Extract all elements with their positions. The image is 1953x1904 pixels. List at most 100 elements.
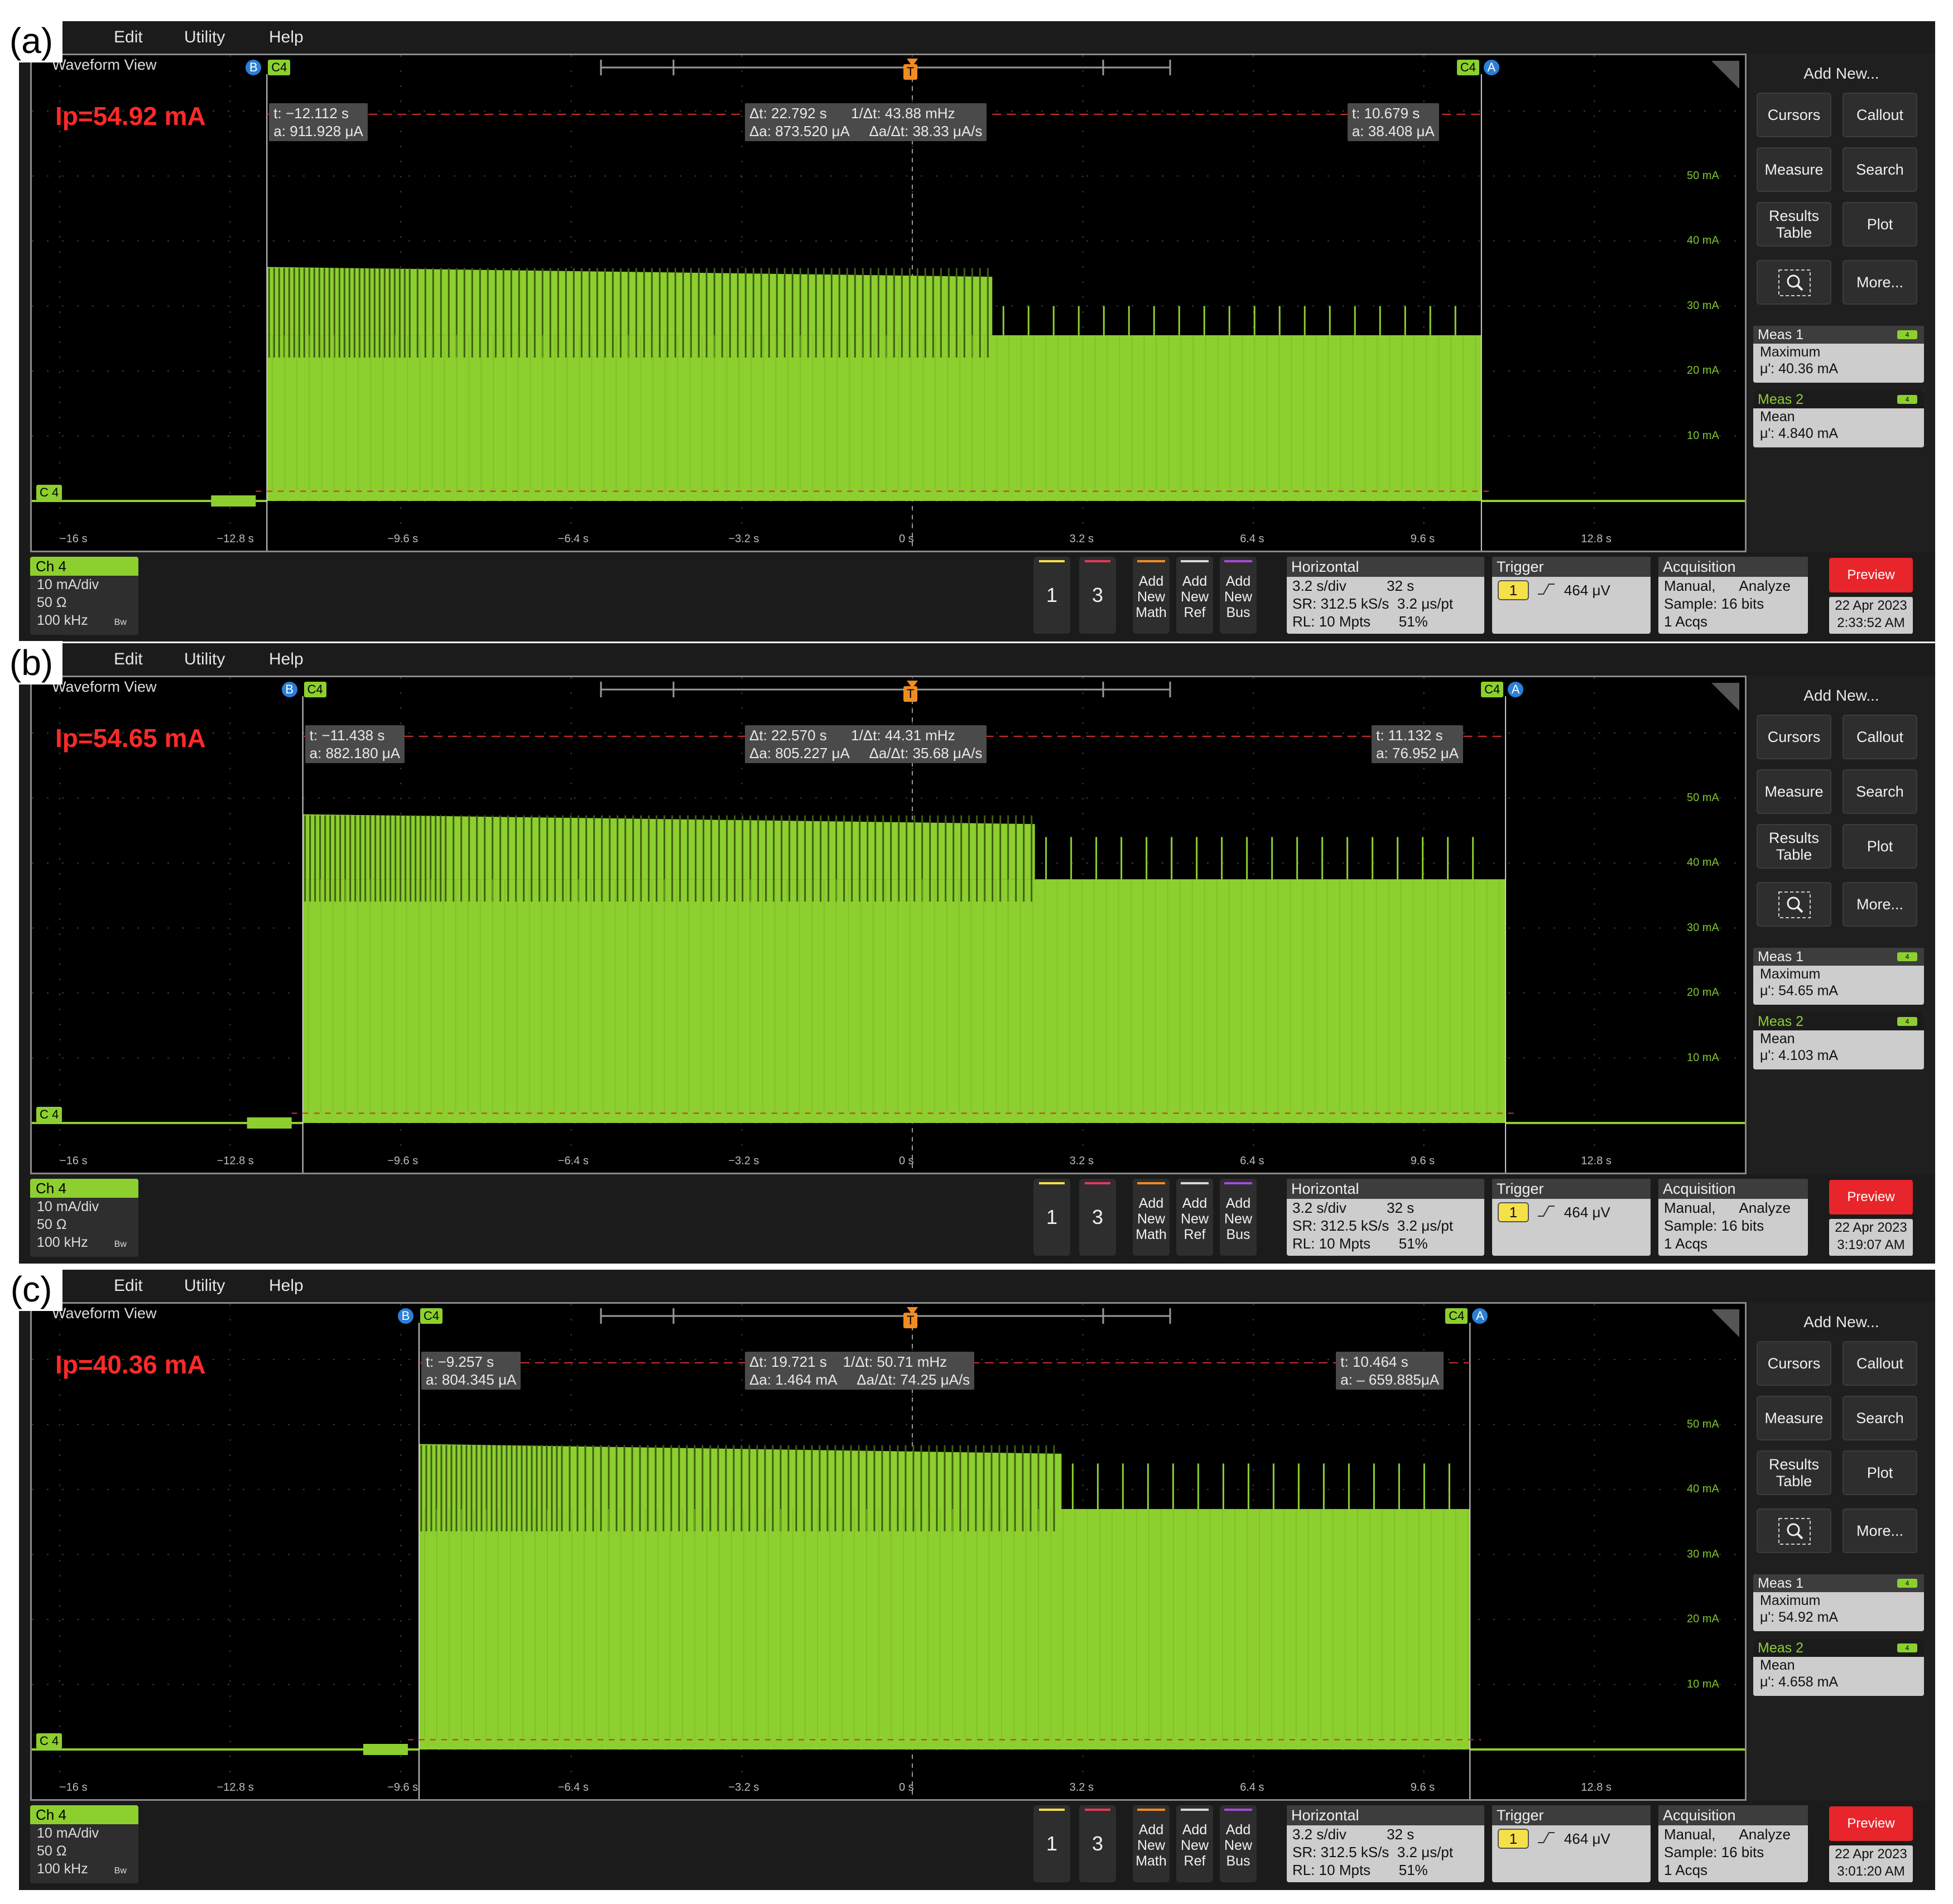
results-table-button[interactable]: Results Table	[1757, 202, 1831, 247]
waveform-view[interactable]: Waveform View Ip=54.65 mA t: −11.438 s a…	[30, 676, 1747, 1174]
zoom-search-button[interactable]	[1757, 1508, 1831, 1553]
add-new-ref-button[interactable]: Add New Ref	[1176, 557, 1213, 634]
channel-1-button[interactable]: 1	[1033, 1179, 1070, 1256]
search-button[interactable]: Search	[1843, 769, 1917, 814]
cursor-a-channel-tag: C4	[1456, 60, 1479, 75]
channel-4-badge[interactable]: Ch 4 10 mA/div 50 Ω 100 kHz Bᴡ	[30, 557, 138, 635]
meas2-badge[interactable]: Meas 2 4 Mean μ': 4.103 mA	[1753, 1013, 1924, 1069]
bandwidth-limit: 100 kHz Bᴡ	[30, 1233, 138, 1254]
menu-utility[interactable]: Utility	[184, 1270, 225, 1302]
cursors-button[interactable]: Cursors	[1757, 93, 1831, 137]
cursor-b-marker[interactable]: B	[397, 1308, 413, 1324]
meas1-badge[interactable]: Meas 1 4 Maximum μ': 54.65 mA	[1753, 948, 1924, 1005]
preview-button[interactable]: Preview	[1829, 1180, 1913, 1214]
channel-4-ground-marker[interactable]: C 4	[36, 1733, 62, 1749]
zoom-search-button[interactable]	[1757, 882, 1831, 927]
add-new-math-button[interactable]: Add New Math	[1133, 557, 1170, 634]
zoom-search-button[interactable]	[1757, 260, 1831, 305]
results-table-button[interactable]: Results Table	[1757, 1450, 1831, 1495]
meas2-label: Meas 2	[1758, 392, 1803, 407]
more-button[interactable]: More...	[1843, 260, 1917, 305]
add-label: Add	[1225, 1196, 1251, 1211]
plot-button[interactable]: Plot	[1843, 824, 1917, 869]
cursor-b-marker[interactable]: B	[281, 682, 297, 697]
meas2-badge[interactable]: Meas 2 4 Mean μ': 4.840 mA	[1753, 391, 1924, 447]
trigger-marker[interactable]: T	[903, 686, 918, 702]
channel-4-badge[interactable]: Ch 4 10 mA/div 50 Ω 100 kHz Bᴡ	[30, 1805, 138, 1883]
search-button[interactable]: Search	[1843, 1396, 1917, 1440]
add-new-bus-button[interactable]: Add New Bus	[1220, 1179, 1257, 1256]
y-tick-label: 40 mA	[1687, 856, 1719, 869]
date: 22 Apr 2023	[1835, 1847, 1907, 1862]
sample-rate: SR: 312.5 kS/s 3.2 μs/pt	[1292, 595, 1454, 612]
menu-edit[interactable]: Edit	[114, 643, 143, 676]
horizontal-badge[interactable]: Horizontal 3.2 s/div 32 s SR: 312.5 kS/s…	[1287, 1179, 1484, 1256]
channel-4-badge[interactable]: Ch 4 10 mA/div 50 Ω 100 kHz Bᴡ	[30, 1179, 138, 1257]
plot-button[interactable]: Plot	[1843, 1450, 1917, 1495]
input-impedance: 50 Ω	[37, 1217, 67, 1232]
measure-button[interactable]: Measure	[1757, 147, 1831, 192]
more-button[interactable]: More...	[1843, 1508, 1917, 1553]
callout-button[interactable]: Callout	[1843, 1341, 1917, 1386]
acquisition-badge[interactable]: Acquisition Manual, Analyze Sample: 16 b…	[1658, 557, 1808, 634]
trigger-badge[interactable]: Trigger 1 464 μV	[1492, 1805, 1651, 1882]
add-new-bus-button[interactable]: Add New Bus	[1220, 557, 1257, 634]
horizontal-badge[interactable]: Horizontal 3.2 s/div 32 s SR: 312.5 kS/s…	[1287, 557, 1484, 634]
search-button[interactable]: Search	[1843, 147, 1917, 192]
channel-3-button[interactable]: 3	[1079, 1179, 1116, 1256]
meas1-badge[interactable]: Meas 1 4 Maximum μ': 54.92 mA	[1753, 1574, 1924, 1631]
trigger-badge[interactable]: Trigger 1 464 μV	[1492, 1179, 1651, 1256]
add-new-math-button[interactable]: Add New Math	[1133, 1179, 1170, 1256]
menu-help[interactable]: Help	[269, 21, 304, 54]
bandwidth-tag: Bᴡ	[114, 1866, 127, 1876]
cursor-a-marker[interactable]: A	[1508, 682, 1524, 697]
channel-3-button[interactable]: 3	[1079, 1805, 1116, 1882]
menu-utility[interactable]: Utility	[184, 21, 225, 54]
cursors-button[interactable]: Cursors	[1757, 1341, 1831, 1386]
meas2-badge[interactable]: Meas 2 4 Mean μ': 4.658 mA	[1753, 1639, 1924, 1696]
waveform-view[interactable]: Waveform View Ip=40.36 mA t: −9.257 s a:…	[30, 1302, 1747, 1801]
channel-1-button[interactable]: 1	[1033, 557, 1070, 634]
callout-button[interactable]: Callout	[1843, 93, 1917, 137]
more-button[interactable]: More...	[1843, 882, 1917, 927]
cursor-a-marker[interactable]: A	[1483, 60, 1499, 75]
preview-button[interactable]: Preview	[1829, 558, 1913, 592]
time: 3:01:20 AM	[1837, 1864, 1905, 1879]
channel-pill: 4	[1897, 952, 1917, 961]
add-new-bus-button[interactable]: Add New Bus	[1220, 1805, 1257, 1882]
menu-edit[interactable]: Edit	[114, 21, 143, 54]
meas1-badge[interactable]: Meas 1 4 Maximum μ': 40.36 mA	[1753, 326, 1924, 383]
waveform-view[interactable]: Waveform View Ip=54.92 mA t: −12.112 s a…	[30, 54, 1747, 552]
channel-4-ground-marker[interactable]: C 4	[36, 1107, 62, 1122]
measure-button[interactable]: Measure	[1757, 769, 1831, 814]
x-tick-label: −9.6 s	[387, 1781, 419, 1794]
x-tick-label: 12.8 s	[1581, 1155, 1612, 1167]
channel-4-ground-marker[interactable]: C 4	[36, 485, 62, 500]
menu-help[interactable]: Help	[269, 643, 304, 676]
plot-button[interactable]: Plot	[1843, 202, 1917, 247]
acquisition-badge[interactable]: Acquisition Manual, Analyze Sample: 16 b…	[1658, 1179, 1808, 1256]
measure-button[interactable]: Measure	[1757, 1396, 1831, 1440]
channel-1-button[interactable]: 1	[1033, 1805, 1070, 1882]
record-length: RL: 10 Mpts 51%	[1292, 1862, 1428, 1878]
trigger-badge[interactable]: Trigger 1 464 μV	[1492, 557, 1651, 634]
menu-help[interactable]: Help	[269, 1270, 304, 1302]
add-new-ref-button[interactable]: Add New Ref	[1176, 1179, 1213, 1256]
ref-color-bar	[1181, 1809, 1209, 1811]
add-new-math-button[interactable]: Add New Math	[1133, 1805, 1170, 1882]
bandwidth-limit: 100 kHz Bᴡ	[30, 1860, 138, 1880]
preview-button[interactable]: Preview	[1829, 1806, 1913, 1841]
add-new-ref-button[interactable]: Add New Ref	[1176, 1805, 1213, 1882]
channel-3-button[interactable]: 3	[1079, 557, 1116, 634]
horizontal-badge[interactable]: Horizontal 3.2 s/div 32 s SR: 312.5 kS/s…	[1287, 1805, 1484, 1882]
trigger-marker[interactable]: T	[903, 1313, 918, 1328]
menu-edit[interactable]: Edit	[114, 1270, 143, 1302]
menu-utility[interactable]: Utility	[184, 643, 225, 676]
acquisition-badge[interactable]: Acquisition Manual, Analyze Sample: 16 b…	[1658, 1805, 1808, 1882]
callout-button[interactable]: Callout	[1843, 715, 1917, 759]
math-label: Math	[1136, 605, 1167, 620]
burst-dense-region	[302, 814, 1035, 880]
cursors-button[interactable]: Cursors	[1757, 715, 1831, 759]
results-table-button[interactable]: Results Table	[1757, 824, 1831, 869]
trigger-marker[interactable]: T	[903, 64, 918, 80]
